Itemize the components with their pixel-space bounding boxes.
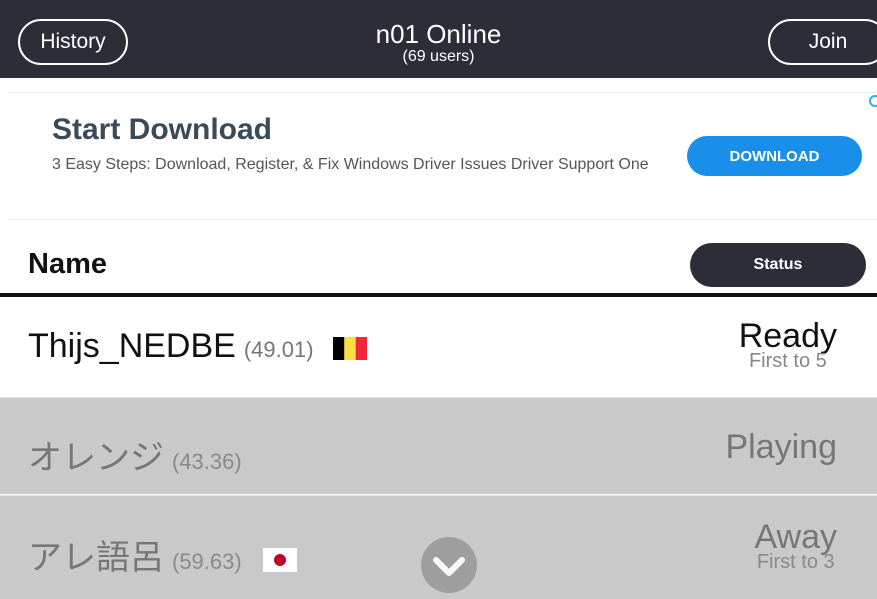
match-format: First to 5	[748, 350, 827, 372]
ad-download-button[interactable]: DOWNLOAD	[687, 136, 862, 176]
player-name: アレ語呂	[28, 539, 164, 577]
status-cell: Away First to 3	[754, 518, 837, 573]
page-title: n01 Online	[375, 19, 502, 49]
ad-description: 3 Easy Steps: Download, Register, & Fix …	[52, 156, 649, 173]
player-name-cell: アレ語呂 (59.63)	[28, 530, 298, 579]
join-button[interactable]: Join	[768, 19, 877, 65]
status-text: Ready	[738, 317, 837, 355]
status-cell: Playing	[725, 428, 837, 466]
table-header: Name Status	[0, 232, 877, 296]
name-column-header: Name	[28, 248, 107, 280]
status-text: Playing	[725, 428, 837, 466]
belgium-flag-icon	[333, 336, 368, 360]
ad-title[interactable]: Start Download	[52, 113, 272, 147]
table-row[interactable]: Thijs_NEDBE (49.01) Ready First to 5	[0, 297, 877, 394]
status-text: Away	[754, 518, 837, 556]
top-bar: History n01 Online (69 users) Join	[0, 0, 877, 78]
info-icon[interactable]	[869, 95, 877, 107]
player-average: (43.36)	[172, 449, 242, 474]
status-cell: Ready First to 5	[738, 317, 837, 372]
player-name-cell: Thijs_NEDBE (49.01)	[28, 327, 368, 366]
player-average: (49.01)	[243, 337, 314, 362]
player-name: Thijs_NEDBE	[28, 327, 236, 365]
ad-banner[interactable]: Start Download 3 Easy Steps: Download, R…	[8, 92, 877, 220]
player-name: オレンジ	[28, 439, 164, 477]
match-format: First to 3	[756, 551, 835, 573]
user-count: (69 users)	[402, 48, 475, 65]
table-row[interactable]: オレンジ (43.36) Playing	[0, 397, 877, 494]
player-average: (59.63)	[172, 549, 242, 574]
chevron-down-icon	[433, 557, 465, 576]
header-title-block: n01 Online (69 users)	[0, 20, 877, 66]
japan-flag-icon	[263, 548, 298, 573]
player-name-cell: オレンジ (43.36)	[28, 430, 242, 479]
scroll-down-button[interactable]	[421, 537, 477, 593]
status-sort-button[interactable]: Status	[690, 243, 866, 287]
